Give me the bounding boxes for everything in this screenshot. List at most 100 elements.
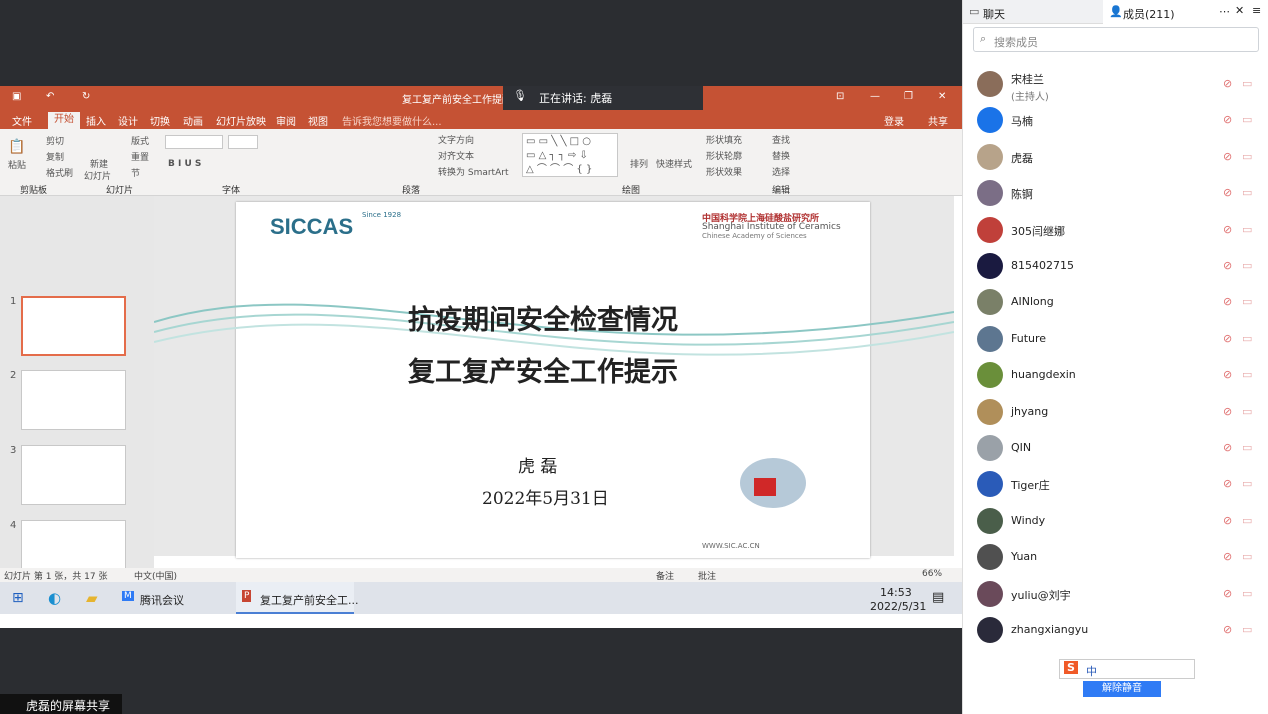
member-row[interactable]: huangdexin ⊘ ▭ xyxy=(963,357,1268,393)
tab-insert[interactable]: 插入 xyxy=(86,113,106,128)
tab-chat[interactable]: 聊天 xyxy=(983,6,1005,22)
member-row[interactable]: 陈锕 ⊘ ▭ xyxy=(963,175,1268,211)
camera-off-icon[interactable]: ▭ xyxy=(1242,587,1252,600)
member-row[interactable]: QIN ⊘ ▭ xyxy=(963,430,1268,466)
tell-me-search[interactable]: 告诉我您想要做什么... xyxy=(342,113,442,128)
mic-muted-icon[interactable]: ⊘ xyxy=(1223,113,1232,126)
member-row[interactable]: zhangxiangyu ⊘ ▭ xyxy=(963,612,1268,648)
member-row[interactable]: 虎磊 ⊘ ▭ xyxy=(963,139,1268,175)
tab-members[interactable]: 成员(211) xyxy=(1123,6,1175,22)
member-row[interactable]: 305闫继娜 ⊘ ▭ xyxy=(963,212,1268,248)
mic-muted-icon[interactable]: ⊘ xyxy=(1223,259,1232,272)
tab-design[interactable]: 设计 xyxy=(118,113,138,128)
camera-off-icon[interactable]: ▭ xyxy=(1242,405,1252,418)
more-icon[interactable]: ⋯ xyxy=(1219,5,1230,18)
save-icon[interactable]: ▣ xyxy=(12,91,21,102)
find-button[interactable]: 查找 xyxy=(772,133,790,146)
ribbon-display-icon[interactable]: ⊡ xyxy=(836,91,844,102)
camera-off-icon[interactable]: ▭ xyxy=(1242,477,1252,490)
camera-off-icon[interactable]: ▭ xyxy=(1242,295,1252,308)
zoom-level[interactable]: 66% xyxy=(922,569,942,579)
mic-muted-icon[interactable]: ⊘ xyxy=(1223,295,1232,308)
camera-off-icon[interactable]: ▭ xyxy=(1242,77,1252,90)
restore-button[interactable]: ❐ xyxy=(904,91,913,102)
font-size-box[interactable] xyxy=(228,135,258,149)
shape-fill-button[interactable]: 形状填充 xyxy=(706,133,742,146)
quick-styles-button[interactable]: 快速样式 xyxy=(656,157,692,170)
unmute-button[interactable]: 解除静音 xyxy=(1083,681,1161,697)
language-status[interactable]: 中文(中国) xyxy=(134,569,177,582)
sogou-icon[interactable]: S xyxy=(1064,661,1078,674)
camera-off-icon[interactable]: ▭ xyxy=(1242,150,1252,163)
mic-muted-icon[interactable]: ⊘ xyxy=(1223,514,1232,527)
paste-button[interactable]: 粘贴 xyxy=(8,158,26,171)
tab-home[interactable]: 开始 xyxy=(48,112,80,129)
tab-animations[interactable]: 动画 xyxy=(183,113,203,128)
share-button[interactable]: 共享 xyxy=(928,113,948,128)
member-row[interactable]: 815402715 ⊘ ▭ xyxy=(963,248,1268,284)
camera-off-icon[interactable]: ▭ xyxy=(1242,623,1252,636)
mic-muted-icon[interactable]: ⊘ xyxy=(1223,223,1232,236)
mic-muted-icon[interactable]: ⊘ xyxy=(1223,477,1232,490)
notes-button[interactable]: 备注 xyxy=(656,569,674,582)
mic-muted-icon[interactable]: ⊘ xyxy=(1223,77,1232,90)
clock-date[interactable]: 2022/5/31 xyxy=(870,600,926,613)
camera-off-icon[interactable]: ▭ xyxy=(1242,186,1252,199)
menu-icon[interactable]: ≡ xyxy=(1252,4,1261,17)
font-name-box[interactable] xyxy=(165,135,223,149)
camera-off-icon[interactable]: ▭ xyxy=(1242,223,1252,236)
align-text-button[interactable]: 对齐文本 xyxy=(438,149,474,162)
tab-file[interactable]: 文件 xyxy=(12,113,32,128)
slide-thumbnail-1[interactable] xyxy=(21,296,126,356)
smartart-button[interactable]: 转换为 SmartArt xyxy=(438,165,508,178)
replace-button[interactable]: 替换 xyxy=(772,149,790,162)
folder-icon[interactable]: ▰ xyxy=(86,589,98,607)
camera-off-icon[interactable]: ▭ xyxy=(1242,514,1252,527)
member-search[interactable]: ⌕ 搜索成员 xyxy=(973,27,1259,52)
ppt-icon[interactable]: P xyxy=(242,590,252,602)
cut-button[interactable]: 剪切 xyxy=(46,134,64,147)
bold-button[interactable]: B I U S xyxy=(168,159,201,169)
member-row[interactable]: jhyang ⊘ ▭ xyxy=(963,394,1268,430)
section-button[interactable]: 节 xyxy=(131,166,140,179)
close-button[interactable]: ✕ xyxy=(938,91,946,102)
copy-button[interactable]: 复制 xyxy=(46,150,64,163)
clock-time[interactable]: 14:53 xyxy=(880,586,912,599)
paste-icon[interactable]: 📋 xyxy=(8,139,25,155)
select-button[interactable]: 选择 xyxy=(772,165,790,178)
comments-button[interactable]: 批注 xyxy=(698,569,716,582)
shape-outline-button[interactable]: 形状轮廓 xyxy=(706,149,742,162)
redo-icon[interactable]: ↻ xyxy=(82,91,90,102)
camera-off-icon[interactable]: ▭ xyxy=(1242,368,1252,381)
mic-muted-icon[interactable]: ⊘ xyxy=(1223,623,1232,636)
tencent-meeting-icon[interactable]: M xyxy=(122,591,134,601)
member-row[interactable]: Future ⊘ ▭ xyxy=(963,321,1268,357)
mic-muted-icon[interactable]: ⊘ xyxy=(1223,550,1232,563)
member-row[interactable]: Yuan ⊘ ▭ xyxy=(963,539,1268,575)
edge-icon[interactable]: ◐ xyxy=(48,589,61,607)
member-row[interactable]: 马楠 ⊘ ▭ xyxy=(963,102,1268,138)
ime-chinese[interactable]: 中 xyxy=(1086,663,1097,679)
mic-muted-icon[interactable]: ⊘ xyxy=(1223,405,1232,418)
mic-muted-icon[interactable]: ⊘ xyxy=(1223,186,1232,199)
shapes-gallery[interactable]: ▭ ▭ ╲ ╲ □ ○ ▭ △ ┐ ┐ ⇨ ⇩ △ ⌒ ⌒ ⌒ { } xyxy=(522,133,618,177)
tab-transitions[interactable]: 切换 xyxy=(150,113,170,128)
layout-button[interactable]: 版式 xyxy=(131,134,149,147)
camera-off-icon[interactable]: ▭ xyxy=(1242,550,1252,563)
reset-button[interactable]: 重置 xyxy=(131,150,149,163)
login-link[interactable]: 登录 xyxy=(884,113,904,128)
member-row[interactable]: AINlong ⊘ ▭ xyxy=(963,284,1268,320)
text-direction-button[interactable]: 文字方向 xyxy=(438,133,474,146)
member-row[interactable]: yuliu@刘宇 ⊘ ▭ xyxy=(963,576,1268,612)
undo-icon[interactable]: ↶ xyxy=(46,91,54,102)
slide-thumbnail-3[interactable] xyxy=(21,445,126,505)
tab-view[interactable]: 视图 xyxy=(308,113,328,128)
minimize-button[interactable]: — xyxy=(870,91,880,102)
camera-off-icon[interactable]: ▭ xyxy=(1242,259,1252,272)
mic-muted-icon[interactable]: ⊘ xyxy=(1223,368,1232,381)
mic-muted-icon[interactable]: ⊘ xyxy=(1223,150,1232,163)
new-slide-label[interactable]: 幻灯片 xyxy=(84,169,111,182)
format-painter-button[interactable]: 格式刷 xyxy=(46,166,73,179)
mic-muted-icon[interactable]: ⊘ xyxy=(1223,332,1232,345)
shape-effects-button[interactable]: 形状效果 xyxy=(706,165,742,178)
